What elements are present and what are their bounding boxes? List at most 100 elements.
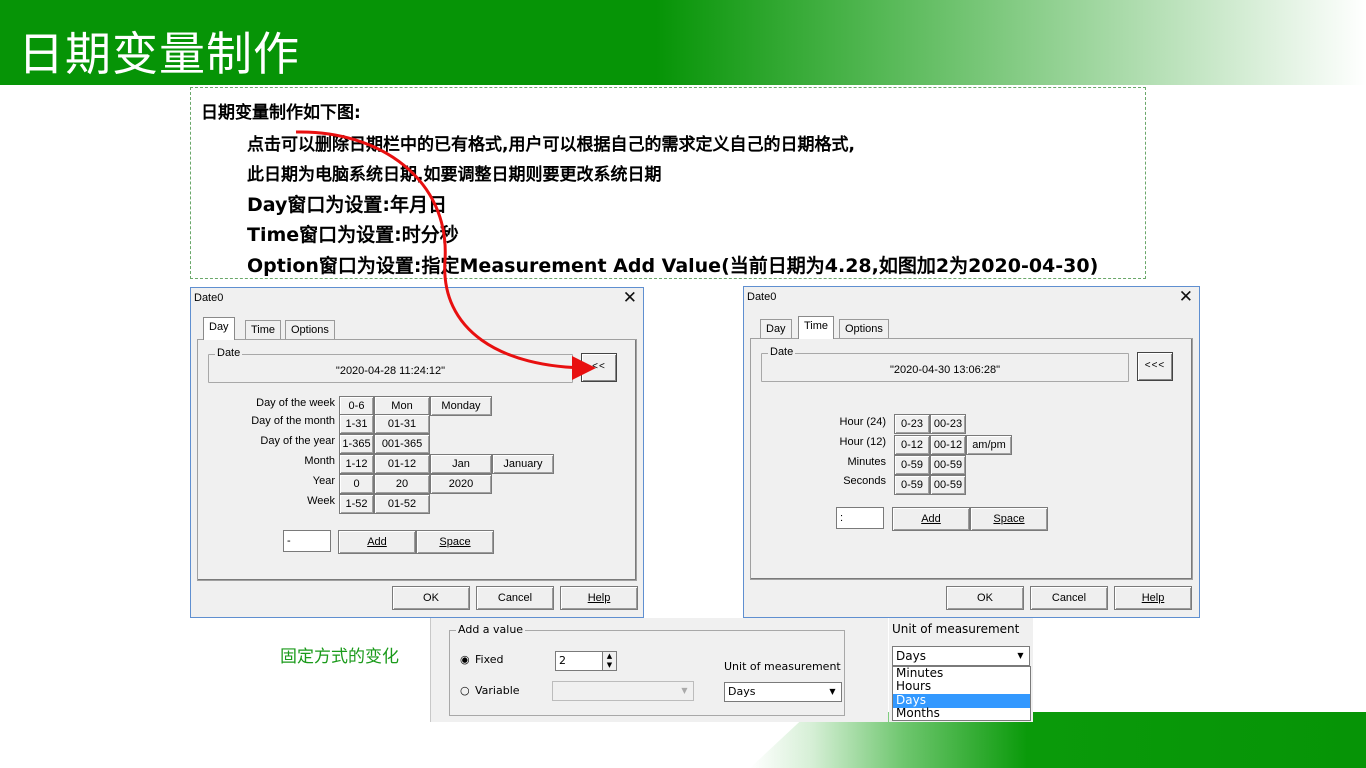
date-format-value[interactable]: "2020-04-28 11:24:12"	[209, 365, 572, 377]
format-cell[interactable]: 01-12	[374, 454, 430, 474]
dialog-title: Date0	[194, 292, 224, 304]
row-label-month: Month	[304, 455, 335, 467]
tab-options[interactable]: Options	[285, 320, 335, 339]
space-button[interactable]: Space	[416, 530, 494, 554]
variable-radio[interactable]: ○ Variable	[460, 684, 520, 697]
ok-button[interactable]: OK	[392, 586, 470, 610]
tab-panel: Date "2020-04-28 11:24:12" << Day of the…	[197, 339, 637, 581]
format-cell[interactable]: 1-31	[339, 414, 374, 434]
add-button-label: Add	[367, 536, 387, 548]
add-button[interactable]: Add	[892, 507, 970, 531]
format-cell[interactable]: 00-23	[930, 414, 966, 434]
row-label-day-of-month: Day of the month	[251, 415, 335, 427]
row-label-year: Year	[312, 475, 335, 487]
format-cell[interactable]: 00-59	[930, 475, 966, 495]
cancel-button[interactable]: Cancel	[1030, 586, 1108, 610]
date-dialog-time: Date0 ✕ Day Time Options Date "2020-04-3…	[743, 286, 1200, 618]
row-label-week: Week	[307, 495, 335, 507]
help-button-label: Help	[587, 592, 611, 604]
row-label-day-of-week: Day of the week	[256, 397, 335, 409]
unit-of-measurement-label: Unit of measurement	[724, 660, 841, 673]
description-line-4: Time窗口为设置:时分秒	[247, 224, 459, 246]
unit-dropdown-combo[interactable]: Days ▼	[892, 646, 1030, 666]
cancel-button[interactable]: Cancel	[476, 586, 554, 610]
description-line-2: 此日期为电脑系统日期,如要调整日期则要更改系统日期	[247, 165, 662, 185]
tab-day[interactable]: Day	[760, 319, 792, 338]
format-cell[interactable]: 2020	[430, 474, 492, 494]
help-button-label: Help	[1141, 592, 1165, 604]
format-cell[interactable]: 01-52	[374, 494, 430, 514]
format-cell[interactable]: 1-365	[339, 434, 374, 454]
unit-dropdown-title: Unit of measurement	[892, 622, 1020, 636]
radio-unchecked-icon: ○	[460, 684, 470, 697]
separator-input[interactable]: :	[836, 507, 884, 529]
format-cell[interactable]: 20	[374, 474, 430, 494]
variable-combo[interactable]: ▼	[552, 681, 694, 701]
unit-dropdown-value: Days	[896, 649, 926, 663]
tab-day[interactable]: Day	[203, 317, 235, 340]
description-line-5: Option窗口为设置:指定Measurement Add Value(当前日期…	[247, 255, 1099, 277]
delete-format-button[interactable]: <<	[581, 353, 617, 382]
add-value-groupbox: Add a value ◉ Fixed 2 ▲ ▼ ○ Variable ▼ Unit…	[449, 623, 845, 716]
format-cell[interactable]: Jan	[430, 454, 492, 474]
tab-time[interactable]: Time	[245, 320, 282, 339]
tab-options[interactable]: Options	[839, 319, 889, 338]
description-heading: 日期变量制作如下图:	[201, 103, 361, 123]
dialog-title: Date0	[747, 291, 777, 303]
format-cell[interactable]: 0-12	[894, 435, 930, 455]
format-cell[interactable]: 1-12	[339, 454, 374, 474]
row-label-hour-24: Hour (24)	[839, 416, 886, 428]
format-cell[interactable]: 0-23	[894, 414, 930, 434]
ok-button[interactable]: OK	[946, 586, 1024, 610]
format-cell[interactable]: 0-59	[894, 475, 930, 495]
chevron-down-icon: ▼	[681, 686, 688, 695]
spin-updown-icon[interactable]: ▲ ▼	[602, 651, 617, 671]
add-value-panel: Add a value ◉ Fixed 2 ▲ ▼ ○ Variable ▼ Unit…	[430, 618, 888, 722]
format-cell[interactable]: Mon	[374, 396, 430, 416]
add-button[interactable]: Add	[338, 530, 416, 554]
date-format-value[interactable]: "2020-04-30 13:06:28"	[762, 364, 1128, 376]
fixed-radio-label: Fixed	[475, 653, 504, 666]
radio-checked-icon: ◉	[460, 653, 470, 666]
add-button-label: Add	[921, 513, 941, 525]
row-label-hour-12: Hour (12)	[839, 436, 886, 448]
format-cell[interactable]: January	[492, 454, 554, 474]
tab-panel: Date "2020-04-30 13:06:28" <<< Hour (24)…	[750, 338, 1193, 580]
space-button[interactable]: Space	[970, 507, 1048, 531]
unit-combo[interactable]: Days ▼	[724, 682, 842, 702]
format-cell[interactable]: 00-59	[930, 455, 966, 475]
fixed-value-input[interactable]: 2	[555, 651, 603, 671]
format-cell[interactable]: 1-52	[339, 494, 374, 514]
close-icon[interactable]: ✕	[1179, 287, 1193, 307]
date-group-label: Date	[215, 347, 243, 359]
unit-combo-value: Days	[728, 685, 756, 698]
tab-time[interactable]: Time	[798, 316, 835, 339]
format-cell[interactable]: 0	[339, 474, 374, 494]
format-cell[interactable]: 001-365	[374, 434, 430, 454]
date-dialog-day: Date0 ✕ Day Time Options Date "2020-04-2…	[190, 287, 644, 618]
format-cell[interactable]: 0-6	[339, 396, 374, 416]
help-button[interactable]: Help	[1114, 586, 1192, 610]
date-groupbox: Date "2020-04-28 11:24:12"	[208, 347, 573, 383]
chevron-down-icon: ▼	[1017, 651, 1024, 660]
unit-dropdown-list: Minutes Hours Days Months	[892, 666, 1031, 721]
unit-option-hours[interactable]: Hours	[893, 680, 1030, 694]
separator-input[interactable]: -	[283, 530, 331, 552]
fixed-change-label: 固定方式的变化	[280, 647, 399, 667]
close-icon[interactable]: ✕	[623, 288, 637, 308]
space-button-label: Space	[439, 536, 471, 548]
delete-format-button[interactable]: <<<	[1137, 352, 1173, 381]
space-button-label: Space	[993, 513, 1025, 525]
unit-option-months[interactable]: Months	[893, 707, 1030, 721]
format-cell[interactable]: 0-59	[894, 455, 930, 475]
add-value-group-label: Add a value	[456, 623, 526, 636]
format-cell[interactable]: 00-12	[930, 435, 966, 455]
format-cell[interactable]: am/pm	[966, 435, 1012, 455]
fixed-radio[interactable]: ◉ Fixed	[460, 653, 504, 666]
help-button[interactable]: Help	[560, 586, 638, 610]
variable-radio-label: Variable	[475, 684, 520, 697]
description-line-3: Day窗口为设置:年月日	[247, 194, 447, 216]
row-label-day-of-year: Day of the year	[260, 435, 335, 447]
format-cell[interactable]: 01-31	[374, 414, 430, 434]
format-cell[interactable]: Monday	[430, 396, 492, 416]
